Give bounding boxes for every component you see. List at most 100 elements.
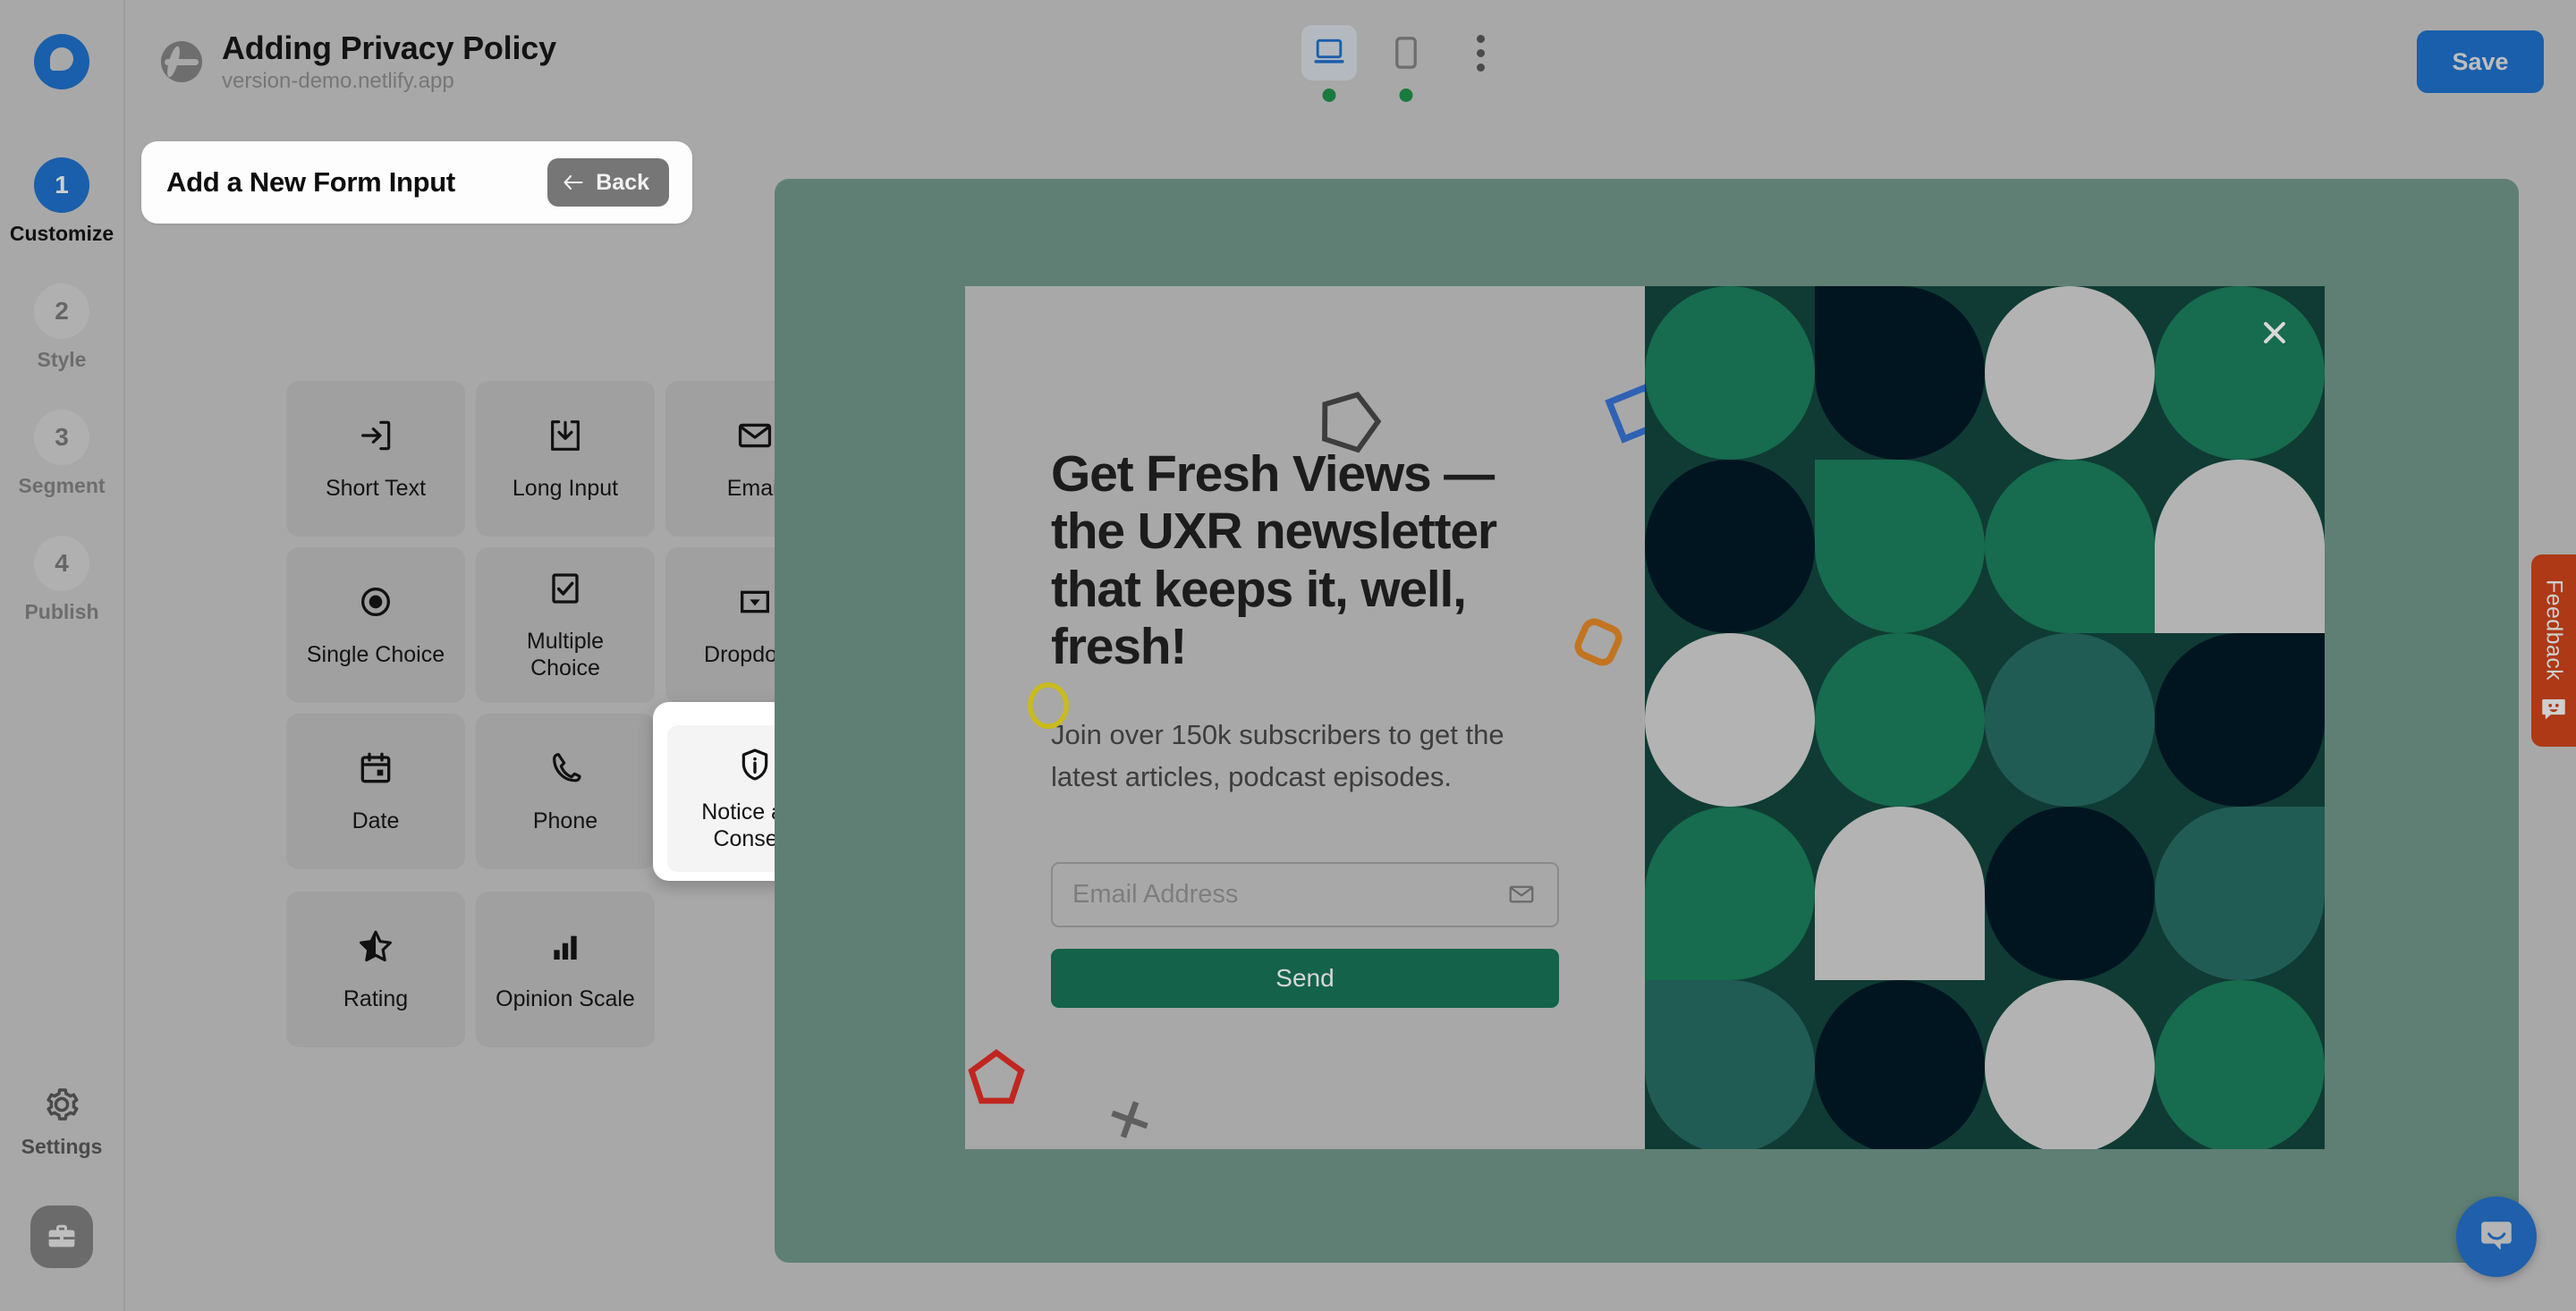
product-logo-icon[interactable] [34, 34, 89, 89]
rounded-square-outline-decoration [1574, 618, 1623, 666]
sidebar-item-settings[interactable]: Settings [21, 1085, 103, 1159]
pentagon-outline-decoration [968, 1049, 1025, 1104]
save-button[interactable]: Save [2417, 30, 2544, 93]
sidebar-item-segment[interactable]: 3 Segment [18, 410, 106, 498]
desktop-status-dot [1322, 89, 1336, 102]
chat-bubble-icon[interactable] [2456, 1197, 2537, 1277]
device-toggle-mobile[interactable] [1378, 25, 1434, 102]
close-icon[interactable] [2255, 313, 2294, 352]
form-input-option-date[interactable]: Date [286, 714, 465, 869]
pattern-cell [1985, 633, 2155, 807]
envelope-icon [1509, 885, 1534, 903]
kebab-menu-icon[interactable] [1455, 25, 1505, 80]
step-number-3: 3 [33, 410, 89, 465]
gear-icon [47, 1088, 79, 1121]
pattern-cell [1815, 807, 1985, 980]
preview-canvas: Get Fresh Views — the UXR newsletter tha… [775, 179, 2519, 1263]
step-number-1: 1 [33, 157, 89, 213]
form-input-option-multiple-choice[interactable]: Multiple Choice [476, 547, 655, 703]
panel-header: Add a New Form Input Back [141, 141, 692, 224]
star-half-icon [358, 926, 394, 966]
smiley-chat-icon [2542, 699, 2565, 720]
mobile-status-dot [1399, 89, 1413, 102]
pattern-cell [1645, 980, 1815, 1149]
dropdown-caret-icon [737, 582, 773, 622]
shield-info-icon [737, 745, 773, 784]
step-rail: 1 Customize 2 Style 3 Segment 4 Publish … [0, 123, 125, 1311]
device-toggle-desktop[interactable] [1301, 25, 1357, 102]
back-label: Back [596, 169, 649, 195]
pattern-cell [1645, 286, 1815, 460]
arrow-left-icon [564, 174, 583, 190]
device-switcher [1301, 25, 1505, 102]
step-label-segment: Segment [18, 474, 106, 497]
feedback-label: Feedback [2541, 579, 2567, 681]
briefcase-icon [48, 1224, 75, 1248]
newsletter-modal-preview: Get Fresh Views — the UXR newsletter tha… [965, 286, 2325, 1149]
form-input-option-short-text[interactable]: Short Text [286, 381, 465, 537]
form-input-label: Date [352, 808, 400, 833]
form-input-grid: Short Text Long Input Email Single Choic… [286, 381, 857, 1058]
pattern-cell [2155, 980, 2325, 1149]
back-button[interactable]: Back [547, 158, 669, 207]
pattern-cell [1645, 807, 1815, 980]
laptop-icon [1314, 38, 1344, 63]
pattern-cell [2155, 807, 2325, 980]
feedback-tab[interactable]: Feedback [2531, 554, 2576, 747]
modal-heading: Get Fresh Views — the UXR newsletter tha… [1051, 445, 1497, 676]
form-input-panel: Add a New Form Input Back Short Text Lon… [125, 123, 857, 1311]
settings-label: Settings [21, 1135, 103, 1158]
form-input-option-opinion-scale[interactable]: Opinion Scale [476, 892, 655, 1047]
pattern-cell [1815, 980, 1985, 1149]
step-number-4: 4 [34, 536, 89, 591]
pattern-cell [1815, 460, 1985, 633]
globe-icon [161, 40, 202, 82]
step-number-2: 2 [34, 283, 89, 339]
modal-pattern-side [1645, 286, 2325, 1149]
form-input-label: Rating [343, 985, 409, 1011]
pattern-cell [2155, 460, 2325, 633]
send-button[interactable]: Send [1051, 948, 1559, 1008]
page-title: Adding Privacy Policy [222, 29, 556, 66]
email-placeholder: Email Address [1072, 879, 1239, 909]
plus-icon-decoration [1111, 1101, 1148, 1138]
logo-container [0, 0, 125, 123]
form-input-label: Single Choice [306, 641, 445, 667]
sidebar-item-customize[interactable]: 1 Customize [10, 157, 114, 246]
form-input-label: Phone [532, 808, 598, 833]
phone-handset-icon [547, 749, 583, 788]
chat-bubble-glyph [2481, 1222, 2512, 1250]
pattern-cell [1645, 633, 1815, 807]
pattern-cell [1985, 460, 2155, 633]
form-input-option-phone[interactable]: Phone [476, 714, 655, 869]
pattern-cell [1815, 286, 1985, 460]
pattern-cell [1985, 980, 2155, 1149]
checkbox-icon [547, 569, 583, 608]
pattern-cell [1985, 807, 2155, 980]
pattern-cell [1815, 633, 1985, 807]
form-input-label: Short Text [325, 475, 427, 501]
bar-chart-icon [547, 926, 583, 966]
input-arrow-icon [358, 416, 394, 455]
form-input-option-single-choice[interactable]: Single Choice [286, 547, 465, 703]
sidebar-item-publish[interactable]: 4 Publish [24, 536, 99, 624]
step-label-publish: Publish [24, 600, 99, 623]
modal-content-side: Get Fresh Views — the UXR newsletter tha… [965, 286, 1665, 1149]
form-input-option-long-input[interactable]: Long Input [476, 381, 655, 537]
pattern-cell [1645, 460, 1815, 633]
app-header: Adding Privacy Policy version-demo.netli… [0, 0, 2576, 123]
radio-button-icon [358, 582, 394, 622]
form-input-option-rating[interactable]: Rating [286, 892, 465, 1047]
pattern-cell [2155, 286, 2325, 460]
envelope-icon [736, 416, 774, 455]
sidebar-item-style[interactable]: 2 Style [34, 283, 89, 372]
pattern-cell [1985, 286, 2155, 460]
app-root: Adding Privacy Policy version-demo.netli… [0, 0, 2576, 1311]
step-label-style: Style [37, 348, 87, 371]
email-input[interactable]: Email Address [1051, 861, 1559, 927]
calendar-icon [358, 749, 394, 788]
site-url: version-demo.netlify.app [222, 69, 454, 94]
modal-body-text: Join over 150k subscribers to get the la… [1051, 718, 1504, 792]
workspace-button[interactable] [30, 1205, 93, 1268]
form-input-label: Long Input [512, 475, 619, 501]
